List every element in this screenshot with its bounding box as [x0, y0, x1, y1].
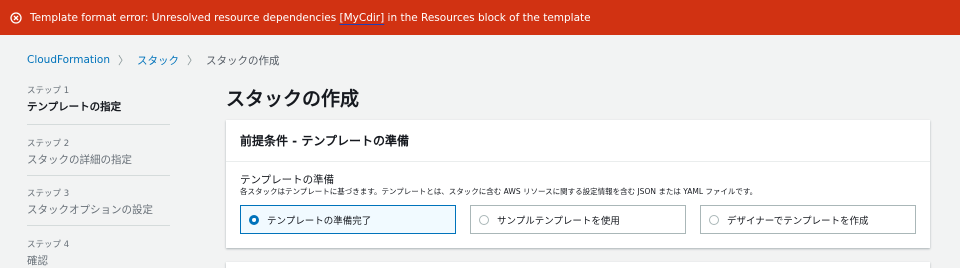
chevron-right-icon: 〉: [118, 54, 129, 67]
step-title: スタックオプションの設定: [27, 204, 153, 216]
step-number: ステップ 1: [27, 86, 70, 96]
step-2: ステップ 2 スタックの詳細の指定: [27, 137, 197, 167]
radio-selected-icon[interactable]: [249, 214, 259, 225]
error-message: Template format error: Unresolved resour…: [30, 12, 591, 24]
step-divider: [27, 175, 170, 176]
radio-unselected-icon[interactable]: [479, 214, 489, 225]
error-banner: Template format error: Unresolved resour…: [0, 0, 960, 35]
option-label: サンプルテンプレートを使用: [497, 215, 620, 227]
radio-unselected-icon[interactable]: [709, 214, 719, 225]
field-description: 各スタックはテンプレートに基づきます。テンプレートとは、スタックに含む AWS …: [240, 187, 758, 196]
step-3: ステップ 3 スタックオプションの設定: [27, 187, 197, 217]
prerequisite-panel: 前提条件 - テンプレートの準備 テンプレートの準備 各スタックはテンプレートに…: [226, 120, 930, 248]
step-number: ステップ 2: [27, 139, 70, 149]
step-title: テンプレートの指定: [27, 101, 122, 113]
step-title: スタックの詳細の指定: [27, 154, 132, 166]
option-template-ready[interactable]: テンプレートの準備完了: [240, 205, 456, 234]
step-number: ステップ 3: [27, 189, 70, 199]
step-4: ステップ 4 確認: [27, 238, 197, 268]
option-designer[interactable]: デザイナーでテンプレートを作成: [700, 205, 916, 234]
field-label: テンプレートの準備: [240, 174, 335, 186]
page-title: スタックの作成: [226, 88, 360, 110]
error-text-after: in the Resources block of the template: [384, 11, 591, 24]
panel-header: 前提条件 - テンプレートの準備: [226, 120, 930, 162]
breadcrumb-current: スタックの作成: [206, 54, 280, 67]
chevron-right-icon: 〉: [187, 54, 198, 67]
error-icon: [10, 11, 22, 24]
step-number: ステップ 4: [27, 240, 70, 250]
step-1: ステップ 1 テンプレートの指定: [27, 84, 197, 114]
step-divider: [27, 124, 170, 125]
step-divider: [27, 225, 170, 226]
option-label: デザイナーでテンプレートを作成: [727, 215, 869, 227]
breadcrumb: CloudFormation 〉 スタック 〉 スタックの作成: [27, 53, 280, 67]
option-label: テンプレートの準備完了: [267, 215, 372, 227]
error-text-before: Template format error: Unresolved resour…: [30, 11, 340, 24]
next-panel: [226, 262, 930, 268]
step-title: 確認: [27, 255, 48, 267]
breadcrumb-cloudformation[interactable]: CloudFormation: [27, 54, 110, 66]
error-resource-name: [MyCdir]: [339, 11, 385, 24]
breadcrumb-stacks[interactable]: スタック: [137, 53, 179, 68]
option-sample-template[interactable]: サンプルテンプレートを使用: [470, 205, 686, 234]
